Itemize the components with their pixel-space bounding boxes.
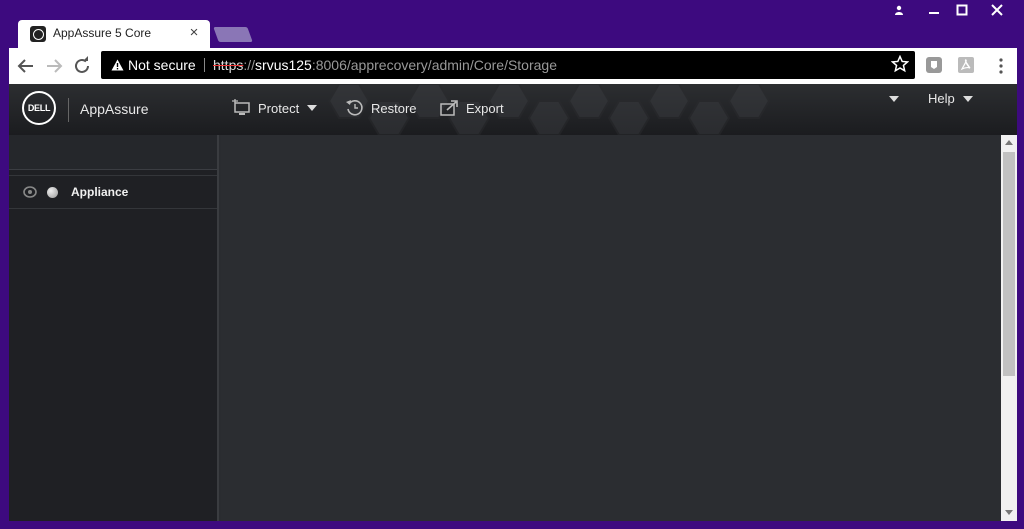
scroll-down-icon[interactable] bbox=[1005, 510, 1013, 515]
url-text[interactable]: https://srvus125:8006/apprecovery/admin/… bbox=[213, 57, 557, 73]
header-divider bbox=[68, 98, 69, 122]
reload-icon[interactable] bbox=[70, 54, 94, 78]
browser-toolbar: Not secure https://srvus125:8006/appreco… bbox=[9, 48, 1017, 84]
sidebar-item-appliance[interactable]: Appliance bbox=[9, 175, 217, 209]
app-name: AppAssure bbox=[80, 101, 149, 117]
browser-tab[interactable]: AppAssure 5 Core × bbox=[18, 20, 210, 48]
sidebar-item-label: Appliance bbox=[71, 185, 129, 199]
protect-icon bbox=[232, 99, 250, 115]
help-menu[interactable]: Help bbox=[928, 91, 973, 106]
user-dropdown-icon[interactable] bbox=[889, 96, 899, 102]
sync-icon[interactable] bbox=[22, 185, 38, 204]
sidebar-header bbox=[9, 135, 217, 170]
restore-label: Restore bbox=[371, 100, 417, 116]
back-icon[interactable] bbox=[14, 54, 38, 78]
close-window-button[interactable] bbox=[984, 0, 1010, 20]
status-dot-icon bbox=[47, 187, 58, 198]
tab-close-button[interactable]: × bbox=[186, 24, 202, 41]
restore-menu[interactable]: Restore bbox=[345, 96, 417, 120]
security-divider bbox=[204, 58, 205, 72]
profile-icon[interactable] bbox=[888, 0, 910, 20]
tab-favicon-icon bbox=[30, 26, 46, 42]
bookmark-star-icon[interactable] bbox=[890, 54, 910, 78]
restore-icon bbox=[346, 100, 363, 116]
dell-logo[interactable]: DELL bbox=[22, 91, 56, 125]
main-content bbox=[221, 135, 1001, 521]
address-bar[interactable]: Not secure https://srvus125:8006/appreco… bbox=[101, 51, 915, 79]
warning-icon[interactable] bbox=[111, 58, 124, 76]
chevron-down-icon bbox=[962, 95, 973, 102]
sidebar: Appliance bbox=[9, 135, 219, 521]
menu-icon[interactable] bbox=[999, 58, 1003, 79]
url-separator: :// bbox=[243, 57, 256, 73]
protect-menu[interactable]: Protect bbox=[232, 96, 318, 120]
chevron-down-icon bbox=[307, 105, 318, 111]
url-path: :8006/apprecovery/admin/Core/Storage bbox=[311, 57, 557, 73]
tab-title: AppAssure 5 Core bbox=[53, 26, 152, 40]
export-menu[interactable]: Export bbox=[440, 96, 504, 120]
browser-window: AppAssure 5 Core × Not secure https://sr… bbox=[0, 0, 1024, 529]
scrollbar-thumb[interactable] bbox=[1003, 152, 1015, 376]
scroll-up-icon[interactable] bbox=[1005, 140, 1013, 145]
help-label: Help bbox=[928, 91, 955, 106]
protect-label: Protect bbox=[258, 100, 300, 116]
pdf-icon[interactable] bbox=[958, 57, 974, 73]
export-label: Export bbox=[466, 100, 504, 116]
minimize-button[interactable] bbox=[922, 0, 946, 20]
url-scheme: https bbox=[213, 57, 244, 73]
vertical-scrollbar[interactable] bbox=[1001, 135, 1017, 521]
app-container: DELL AppAssure Protect Restore Export He… bbox=[9, 84, 1017, 521]
new-tab-button[interactable] bbox=[213, 27, 253, 42]
url-host: srvus125 bbox=[255, 57, 312, 73]
export-icon bbox=[440, 100, 458, 116]
maximize-button[interactable] bbox=[950, 0, 974, 20]
forward-icon[interactable] bbox=[42, 54, 66, 78]
extension-icon[interactable] bbox=[926, 57, 942, 73]
app-header: DELL AppAssure Protect Restore Export He… bbox=[9, 84, 1017, 135]
security-indicator[interactable]: Not secure bbox=[128, 57, 196, 73]
